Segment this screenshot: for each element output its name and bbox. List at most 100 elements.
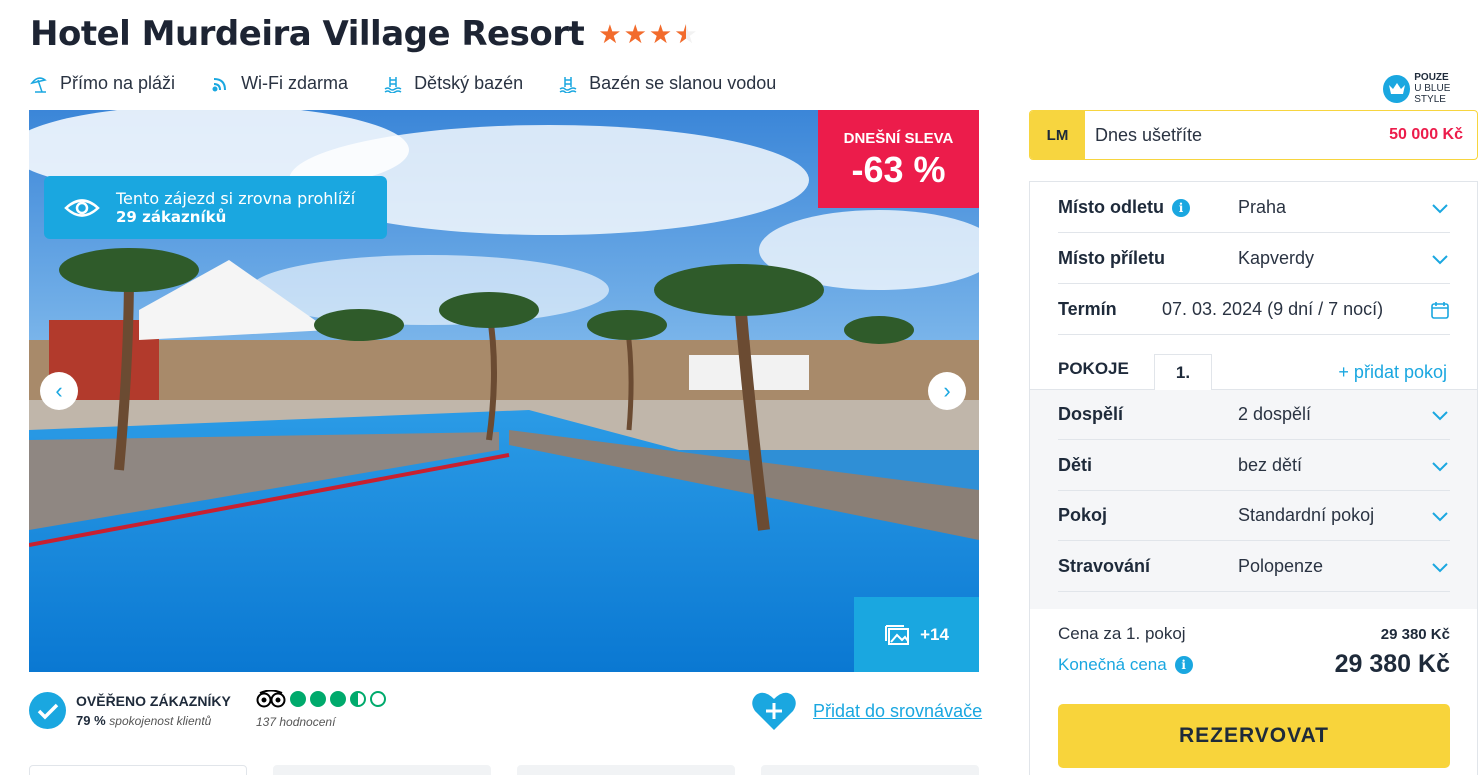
satisfaction-caption: spokojenost klientů bbox=[109, 714, 212, 728]
chevron-down-icon bbox=[1432, 461, 1448, 471]
star-icon: ★ bbox=[648, 19, 673, 49]
rating-dot bbox=[350, 691, 366, 707]
booking-panel: Místo odletu i Praha Místo příletu Kapver… bbox=[1029, 181, 1478, 775]
board-label: Stravování bbox=[1058, 556, 1151, 576]
bottom-tab[interactable] bbox=[29, 765, 247, 775]
children-select[interactable]: Děti bez dětí bbox=[1058, 441, 1450, 491]
heart-plus-icon bbox=[752, 692, 796, 730]
amenity-item: Bazén se slanou vodou bbox=[559, 73, 776, 94]
tripadvisor-rating[interactable]: 137 hodnocení bbox=[256, 690, 386, 729]
board-select[interactable]: Stravování Polopenze bbox=[1058, 542, 1450, 592]
amenity-label: Dětský bazén bbox=[414, 73, 524, 93]
children-value: bez dětí bbox=[1238, 455, 1303, 475]
verified-title: OVĚŘENO ZÁKAZNÍKY bbox=[76, 693, 231, 709]
viewers-notice: Tento zájezd si zrovna prohlíží 29 zákaz… bbox=[44, 176, 387, 239]
room-tab-1[interactable]: 1. bbox=[1154, 354, 1212, 390]
amenity-item: Wi-Fi zdarma bbox=[211, 73, 348, 94]
hotel-header: Hotel Murdeira Village Resort ★ ★ ★ ★ bbox=[30, 14, 698, 54]
wifi-icon bbox=[212, 77, 227, 91]
room-type-select[interactable]: Pokoj Standardní pokoj bbox=[1058, 491, 1450, 541]
discount-value: -63 % bbox=[851, 149, 946, 190]
final-price-value: 29 380 Kč bbox=[1334, 650, 1450, 678]
savings-label: Dnes ušetříte bbox=[1095, 124, 1203, 145]
chevron-down-icon bbox=[1432, 511, 1448, 521]
rating-dot bbox=[330, 691, 346, 707]
discount-label: DNEŠNÍ SLEVA bbox=[843, 130, 954, 147]
rooms-label: POKOJE bbox=[1058, 359, 1129, 378]
savings-amount: 50 000 Kč bbox=[1389, 126, 1463, 143]
rating-dot bbox=[290, 691, 306, 707]
tripadvisor-owl-icon bbox=[256, 690, 286, 708]
arrival-label: Místo příletu bbox=[1058, 248, 1165, 268]
term-label: Termín bbox=[1058, 299, 1117, 319]
arrival-select[interactable]: Místo příletu Kapverdy bbox=[1058, 234, 1450, 284]
pool-ladder-icon bbox=[384, 76, 402, 93]
gallery-prev-button[interactable]: ‹ bbox=[40, 372, 78, 410]
blue-style-line1: POUZE bbox=[1414, 72, 1449, 83]
final-price-row: Konečná cena i 29 380 Kč bbox=[1058, 650, 1450, 679]
room-type-label: Pokoj bbox=[1058, 505, 1108, 525]
check-icon bbox=[29, 692, 66, 729]
chevron-down-icon bbox=[1432, 410, 1448, 420]
rating-dot bbox=[310, 691, 326, 707]
info-icon[interactable]: i bbox=[1174, 655, 1193, 674]
blue-style-line2: U BLUE STYLE bbox=[1414, 83, 1451, 105]
info-icon[interactable]: i bbox=[1172, 198, 1190, 217]
satisfaction-percent: 79 % bbox=[76, 713, 106, 728]
departure-select[interactable]: Místo odletu i Praha bbox=[1058, 183, 1450, 233]
half-star-icon: ★ bbox=[674, 21, 697, 47]
hotel-title: Hotel Murdeira Village Resort bbox=[30, 14, 585, 54]
room-price-label: Cena za 1. pokoj bbox=[1058, 624, 1186, 643]
rooms-header: POKOJE 1. + přidat pokoj bbox=[1030, 354, 1477, 390]
amenity-item: Přímo na pláži bbox=[30, 73, 175, 94]
board-value: Polopenze bbox=[1238, 556, 1324, 576]
children-label: Děti bbox=[1058, 455, 1093, 475]
bottom-tab[interactable] bbox=[761, 765, 979, 775]
final-price-label: Konečná cena bbox=[1058, 654, 1167, 674]
chevron-down-icon bbox=[1432, 203, 1448, 213]
arrival-value: Kapverdy bbox=[1238, 248, 1315, 268]
star-rating: ★ ★ ★ ★ bbox=[598, 21, 697, 47]
star-icon: ★ bbox=[623, 19, 647, 49]
adults-value: 2 dospělí bbox=[1238, 404, 1312, 424]
room-options: Dospělí 2 dospělí Děti bez dětí Pokoj St… bbox=[1030, 389, 1477, 609]
term-select[interactable]: Termín 07. 03. 2024 (9 dní / 7 nocí) bbox=[1058, 285, 1450, 335]
photo-count: +14 bbox=[920, 624, 949, 644]
bottom-tab[interactable] bbox=[273, 765, 491, 775]
room-price-row: Cena za 1. pokoj 29 380 Kč bbox=[1058, 624, 1450, 644]
viewers-count: 29 zákazníků bbox=[116, 208, 227, 226]
add-to-compare-link[interactable]: Přidat do srovnávače bbox=[813, 701, 982, 722]
pool-ladder-icon bbox=[559, 76, 577, 93]
chevron-down-icon bbox=[1432, 254, 1448, 264]
amenity-label: Bazén se slanou vodou bbox=[589, 73, 777, 93]
reserve-button[interactable]: REZERVOVAT bbox=[1058, 704, 1450, 768]
verified-customers: OVĚŘENO ZÁKAZNÍKY 79 % spokojenost klien… bbox=[29, 692, 231, 729]
adults-label: Dospělí bbox=[1058, 404, 1124, 424]
star-icon: ★ bbox=[598, 19, 622, 49]
savings-box: LM Dnes ušetříte 50 000 Kč bbox=[1029, 110, 1478, 160]
lm-badge: LM bbox=[1030, 111, 1085, 159]
room-price-value: 29 380 Kč bbox=[1380, 625, 1450, 643]
adults-select[interactable]: Dospělí 2 dospělí bbox=[1058, 390, 1450, 440]
review-count: 137 hodnocení bbox=[256, 715, 336, 729]
rating-dot bbox=[370, 691, 386, 707]
add-room-button[interactable]: + přidat pokoj bbox=[1338, 362, 1447, 383]
blue-style-badge: POUZE U BLUE STYLE bbox=[1383, 72, 1483, 105]
amenities-list: Přímo na pláži Wi-Fi zdarma Dětský bazén… bbox=[30, 73, 776, 94]
gallery-next-button[interactable]: › bbox=[928, 372, 966, 410]
room-type-value: Standardní pokoj bbox=[1238, 505, 1375, 525]
amenity-item: Dětský bazén bbox=[384, 73, 523, 94]
chevron-left-icon: ‹ bbox=[55, 378, 63, 403]
calendar-icon bbox=[1431, 301, 1449, 319]
viewers-text: Tento zájezd si zrovna prohlíží bbox=[116, 189, 356, 208]
chevron-right-icon: › bbox=[943, 378, 951, 403]
photo-gallery[interactable]: DNEŠNÍ SLEVA -63 % Tento zájezd si zrovn… bbox=[29, 110, 979, 672]
amenity-label: Wi-Fi zdarma bbox=[241, 73, 349, 93]
eye-icon bbox=[64, 198, 100, 217]
compare-section[interactable]: Přidat do srovnávače bbox=[751, 690, 982, 732]
beach-umbrella-icon bbox=[30, 76, 47, 93]
more-photos-button[interactable]: +14 bbox=[854, 597, 979, 672]
bottom-tab[interactable] bbox=[517, 765, 735, 775]
crown-icon bbox=[1383, 74, 1411, 103]
departure-label: Místo odletu bbox=[1058, 197, 1164, 217]
